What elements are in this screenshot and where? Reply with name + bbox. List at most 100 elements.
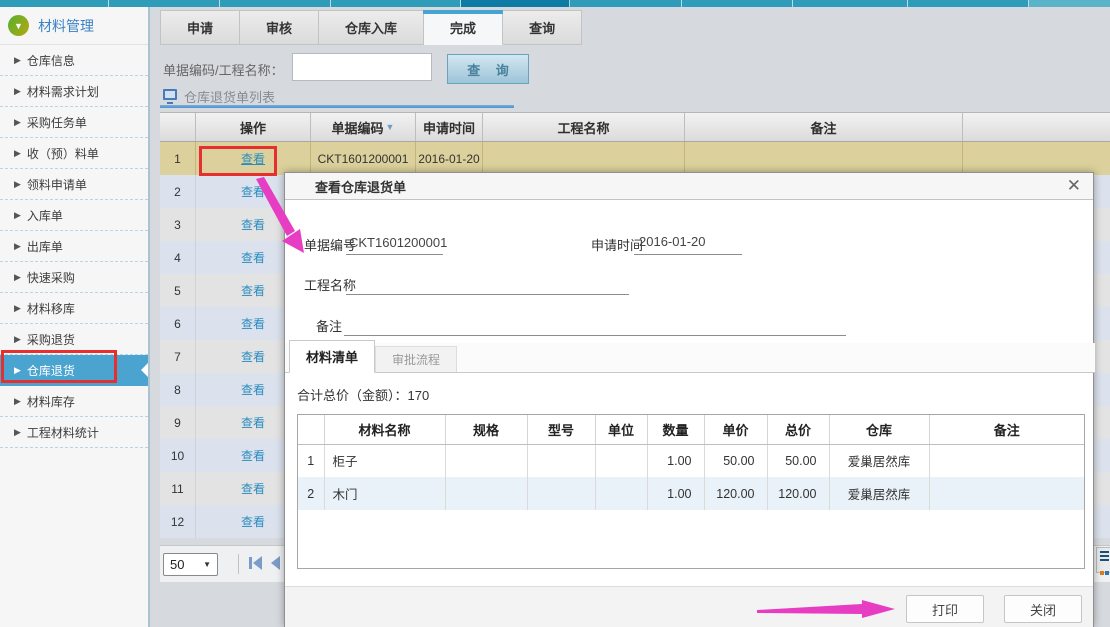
top-strip-segment [908,0,1029,7]
print-button[interactable]: 打印 [906,595,984,623]
sidebar-item[interactable]: ▶快速采购 [0,262,148,293]
tab-inactive[interactable]: 申请 [160,10,240,45]
material-cell [527,477,595,510]
top-strip-segment [109,0,220,7]
material-cell: 120.00 [704,477,767,510]
project-field-underline [346,294,629,295]
tab-inactive[interactable]: 审核 [240,10,319,45]
clipped-dock-icon[interactable] [1096,547,1110,573]
dialog-tab-inactive[interactable]: 审批流程 [375,346,457,372]
caret-right-icon: ▶ [14,241,21,252]
view-link[interactable]: 查看 [241,216,265,233]
sidebar-item[interactable]: ▶ 收（预）料单 [0,138,148,169]
header-action[interactable]: 操作 [196,113,311,141]
view-link[interactable]: 查看 [241,282,265,299]
mh-total: 总价 [767,415,829,444]
header-note[interactable]: 备注 [685,113,963,141]
close-button[interactable]: 关闭 [1004,595,1082,623]
view-return-order-dialog: 查看仓库退货单 ✕ 单据编号 CKT1601200001 申请时间 2016-0… [284,172,1094,627]
view-link[interactable]: 查看 [241,183,265,200]
sidebar-item-label: 材料移库 [27,300,75,317]
caret-right-icon: ▶ [14,210,21,221]
sidebar-item[interactable]: ▶仓库信息 [0,45,148,76]
header-rownum [160,113,196,141]
sidebar-header[interactable]: ▼ 材料管理 [0,7,148,45]
tab-inactive[interactable]: 仓库入库 [319,10,424,45]
sidebar-item-label: 收（预）料单 [27,145,99,162]
row-number: 1 [160,142,196,175]
row-number: 12 [160,505,196,538]
top-strip-segment [220,0,331,7]
dialog-tab-active[interactable]: 材料清单 [289,340,375,373]
top-strip-segment [570,0,682,7]
material-cell [929,444,1084,477]
search-input[interactable] [292,53,432,81]
row-number: 6 [160,307,196,340]
section-underline [160,105,514,108]
mh-rownum [298,415,324,444]
view-link[interactable]: 查看 [241,315,265,332]
sidebar-item-label: 采购退货 [27,331,75,348]
note-cell [685,142,963,175]
sidebar-item[interactable]: ▶工程材料统计 [0,417,148,448]
sidebar-item[interactable]: ▶材料需求计划 [0,76,148,107]
total-label-text: 合计总价（金额）： [297,388,408,403]
top-strip-segment-active [461,0,570,7]
view-link[interactable]: 查看 [241,381,265,398]
view-link[interactable]: 查看 [241,348,265,365]
date-cell: 2016-01-20 [416,142,483,175]
sort-desc-icon: ▼ [386,122,395,132]
mh-model: 型号 [527,415,595,444]
material-cell: 50.00 [767,444,829,477]
header-project[interactable]: 工程名称 [483,113,685,141]
mh-price: 单价 [704,415,767,444]
page-size-select[interactable]: 50 ▼ [163,553,218,576]
sidebar-item-label: 领料申请单 [27,176,87,193]
sidebar-item[interactable]: ▶出库单 [0,231,148,262]
material-list-table: 材料名称 规格 型号 单位 数量 单价 总价 仓库 备注 1柜子1.0050.0… [297,414,1085,569]
sidebar-item[interactable]: ▶材料库存 [0,386,148,417]
chevron-down-icon: ▼ [203,560,211,569]
sidebar-header-label: 材料管理 [38,16,94,36]
view-link[interactable]: 查看 [241,414,265,431]
list-section-title: 仓库退货单列表 [184,87,275,106]
view-link[interactable]: 查看 [241,447,265,464]
material-cell [527,444,595,477]
caret-right-icon: ▶ [14,55,21,66]
header-code[interactable]: 单据编码▼ [311,113,416,141]
tab-inactive[interactable]: 查询 [503,10,582,45]
row-number: 3 [160,208,196,241]
view-link[interactable]: 查看 [241,513,265,530]
caret-right-icon: ▶ [14,427,21,438]
sidebar-item[interactable]: ▶入库单 [0,200,148,231]
caret-right-icon: ▶ [14,303,21,314]
mh-name: 材料名称 [324,415,445,444]
material-cell: 柜子 [324,444,445,477]
header-date[interactable]: 申请时间 [416,113,483,141]
material-cell: 120.00 [767,477,829,510]
sidebar-item-label: 材料库存 [27,393,75,410]
date-field-label: 申请时间 [591,235,643,254]
table-header-row: 操作 单据编码▼ 申请时间 工程名称 备注 [160,112,1110,142]
close-icon[interactable]: ✕ [1067,176,1081,196]
caret-right-icon: ▶ [14,148,21,159]
material-cell: 2 [298,477,324,510]
row-number: 2 [160,175,196,208]
view-link[interactable]: 查看 [241,249,265,266]
total-price-label: 合计总价（金额）：170 [297,385,429,404]
row-number: 10 [160,439,196,472]
sidebar-divider [148,7,150,627]
sidebar-item[interactable]: ▶ 材料移库 [0,293,148,324]
sidebar-item-label: 采购任务单 [27,114,87,131]
sidebar-item-label: 快速采购 [27,269,75,286]
material-cell [445,477,527,510]
sidebar-item[interactable]: ▶采购任务单 [0,107,148,138]
tab-active[interactable]: 完成 [424,10,503,45]
material-cell [929,477,1084,510]
prev-page-icon[interactable] [270,556,282,570]
row-number: 7 [160,340,196,373]
search-button[interactable]: 查 询 [447,54,529,84]
sidebar-item[interactable]: ▶领料申请单 [0,169,148,200]
view-link[interactable]: 查看 [241,480,265,497]
first-page-icon[interactable] [248,556,262,570]
